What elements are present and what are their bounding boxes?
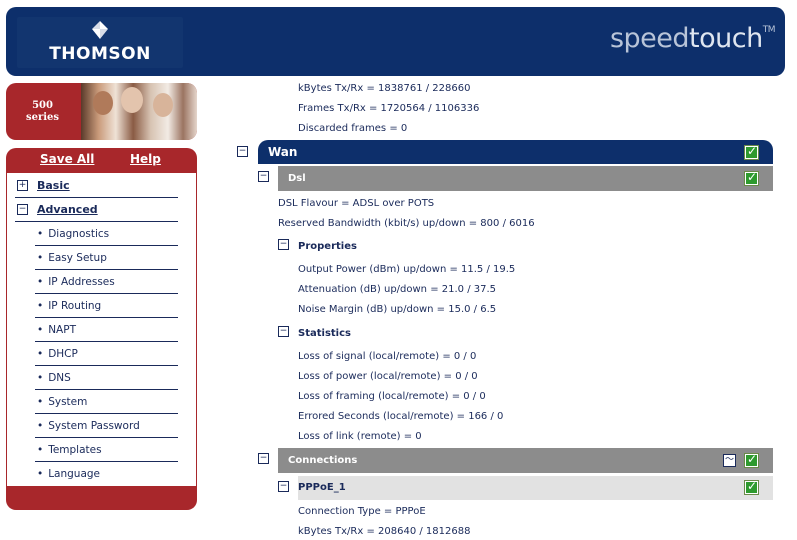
sidebar-item-label[interactable]: System <box>37 396 87 408</box>
sidebar-item-label[interactable]: Diagnostics <box>37 228 109 240</box>
sidebar-item-label[interactable]: Basic <box>37 179 70 192</box>
sidebar-item-templates[interactable]: Templates <box>7 438 196 462</box>
loss-of-framing: Loss of framing (local/remote) = 0 / 0 <box>298 391 486 402</box>
loss-of-signal: Loss of signal (local/remote) = 0 / 0 <box>298 351 477 362</box>
help-link[interactable]: Help <box>130 152 161 166</box>
connection-type: Connection Type = PPPoE <box>298 506 426 517</box>
sidebar-item-label[interactable]: IP Addresses <box>37 276 115 288</box>
header-bar: THOMSON speedtouchTM <box>6 7 785 76</box>
sidebar-item-dns[interactable]: DNS <box>7 366 196 390</box>
statistics-heading: Statistics <box>298 328 351 339</box>
dsl-collapse-icon[interactable]: − <box>258 171 269 182</box>
sidebar-item-advanced[interactable]: − Advanced <box>7 198 196 222</box>
loss-of-link: Loss of link (remote) = 0 <box>298 431 422 442</box>
sidebar-item-diagnostics[interactable]: Diagnostics <box>7 222 196 246</box>
series-label: 500 series <box>25 100 60 123</box>
pppoe-title: PPPoE_1 <box>298 482 346 493</box>
sidebar-item-ip-addresses[interactable]: IP Addresses <box>7 270 196 294</box>
connections-collapse-icon[interactable]: − <box>258 453 269 464</box>
stat-frames: Frames Tx/Rx = 1720564 / 1106336 <box>298 103 480 114</box>
graph-icon[interactable]: 〜 <box>723 454 736 467</box>
output-power: Output Power (dBm) up/down = 11.5 / 19.5 <box>298 264 516 275</box>
green-check-icon: ✓ <box>744 452 759 468</box>
sidebar-item-language[interactable]: Language <box>7 462 196 486</box>
sidebar-menu: + Basic − Advanced Diagnostics Easy Setu… <box>6 172 197 487</box>
sidebar-item-system-password[interactable]: System Password <box>7 414 196 438</box>
connections-section-header[interactable]: Connections 〜 ✓ <box>278 448 773 473</box>
sidebar-item-label[interactable]: Templates <box>37 444 101 456</box>
dsl-title: Dsl <box>288 173 306 184</box>
minus-box-icon[interactable]: − <box>17 204 28 215</box>
save-all-link[interactable]: Save All <box>40 152 94 166</box>
sidebar-item-label[interactable]: Easy Setup <box>37 252 107 264</box>
thomson-logo-icon <box>92 21 108 39</box>
green-check-icon: ✓ <box>744 144 759 160</box>
plus-box-icon[interactable]: + <box>17 180 28 191</box>
pppoe-collapse-icon[interactable]: − <box>278 481 289 492</box>
stat-discarded: Discarded frames = 0 <box>298 123 408 134</box>
sidebar-item-label[interactable]: System Password <box>37 420 140 432</box>
pppoe-kbytes: kBytes Tx/Rx = 208640 / 1812688 <box>298 526 471 537</box>
loss-of-power: Loss of power (local/remote) = 0 / 0 <box>298 371 478 382</box>
green-check-icon: ✓ <box>744 479 759 495</box>
sidebar-item-dhcp[interactable]: DHCP <box>7 342 196 366</box>
sidebar-item-label[interactable]: DNS <box>37 372 71 384</box>
sidebar-item-system[interactable]: System <box>7 390 196 414</box>
connections-title: Connections <box>288 455 358 466</box>
wan-collapse-icon[interactable]: − <box>237 146 248 157</box>
properties-collapse-icon[interactable]: − <box>278 239 289 250</box>
sidebar-item-label[interactable]: DHCP <box>37 348 78 360</box>
sidebar-item-label[interactable]: IP Routing <box>37 300 101 312</box>
sidebar-item-ip-routing[interactable]: IP Routing <box>7 294 196 318</box>
statistics-collapse-icon[interactable]: − <box>278 326 289 337</box>
series-banner: 500 series <box>6 83 197 140</box>
nav-bottom-bar <box>6 487 197 510</box>
wan-title: Wan <box>268 145 298 159</box>
sidebar-item-napt[interactable]: NAPT <box>7 318 196 342</box>
stat-kbytes: kBytes Tx/Rx = 1838761 / 228660 <box>298 83 471 94</box>
noise-margin: Noise Margin (dB) up/down = 15.0 / 6.5 <box>298 304 497 315</box>
logo-text: THOMSON <box>49 44 151 64</box>
attenuation: Attenuation (dB) up/down = 21.0 / 37.5 <box>298 284 497 295</box>
nav-top-bar: Save All Help <box>6 148 197 172</box>
errored-seconds: Errored Seconds (local/remote) = 166 / 0 <box>298 411 504 422</box>
sidebar-item-label[interactable]: NAPT <box>37 324 76 336</box>
reserved-bandwidth: Reserved Bandwidth (kbit/s) up/down = 80… <box>278 218 535 229</box>
properties-heading: Properties <box>298 241 357 252</box>
dsl-section-header[interactable]: Dsl ✓ <box>278 166 773 191</box>
thomson-logo: THOMSON <box>17 17 183 68</box>
sidebar-item-easy-setup[interactable]: Easy Setup <box>7 246 196 270</box>
sidebar-item-basic[interactable]: + Basic <box>7 174 196 198</box>
pppoe-section-header[interactable]: PPPoE_1 ✓ <box>298 476 773 500</box>
green-check-icon: ✓ <box>744 170 759 186</box>
dsl-flavour: DSL Flavour = ADSL over POTS <box>278 198 435 209</box>
people-photo <box>81 83 197 140</box>
sidebar-item-label[interactable]: Advanced <box>37 203 98 216</box>
wan-section-header[interactable]: Wan ✓ <box>258 140 773 164</box>
speedtouch-brand: speedtouchTM <box>609 23 776 54</box>
sidebar-item-label[interactable]: Language <box>37 468 100 480</box>
